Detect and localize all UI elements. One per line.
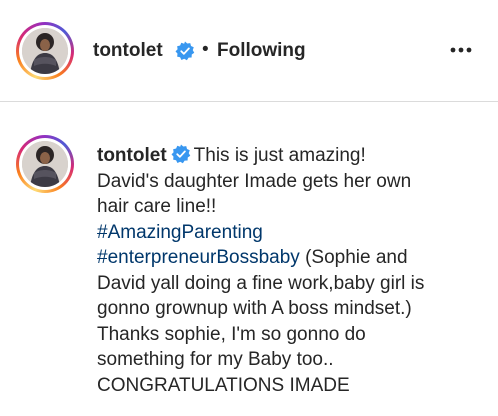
caption-line-4: #AmazingParenting — [97, 220, 487, 246]
caption-line-9: something for my Baby too.. — [97, 349, 334, 370]
post-header: tontolet • Following — [0, 0, 498, 102]
more-options-icon[interactable] — [448, 40, 474, 60]
hashtag-link[interactable]: #AmazingParenting — [97, 222, 263, 243]
caption-line-1: tontolet This is just amazing! — [97, 143, 487, 169]
caption-line-2: David's daughter Imade gets her own — [97, 170, 412, 192]
following-button[interactable]: Following — [217, 40, 306, 62]
profile-avatar[interactable] — [16, 22, 74, 80]
profile-photo — [22, 28, 68, 74]
comment-avatar[interactable] — [16, 135, 74, 193]
caption-username[interactable]: tontolet — [97, 145, 167, 166]
header-username[interactable]: tontolet — [93, 40, 163, 62]
caption-line-5: #enterpreneurBossbaby (Sophie and — [97, 245, 487, 271]
hashtag-link[interactable]: #enterpreneurBossbaby — [97, 247, 300, 268]
caption-line-1-text: This is just amazing! — [193, 145, 366, 166]
comment-profile-photo — [22, 141, 68, 187]
caption-line-10: CONGRATULATIONS IMADE — [97, 374, 350, 396]
caption-line-8: Thanks sophie, I'm so gonno do — [97, 323, 366, 345]
caption-text: tontolet This is just amazing! David's d… — [97, 143, 487, 398]
caption-line-6: David yall doing a fine work,baby girl i… — [97, 272, 425, 294]
caption-line-3: hair care line!! — [97, 196, 217, 217]
separator-dot: • — [202, 39, 209, 60]
caption-line-5-text: (Sophie and — [299, 247, 408, 268]
caption-verified-badge-icon — [171, 144, 191, 164]
caption-line-7: gonno grownup with A boss mindset.) — [97, 298, 412, 319]
verified-badge-icon — [175, 41, 195, 61]
